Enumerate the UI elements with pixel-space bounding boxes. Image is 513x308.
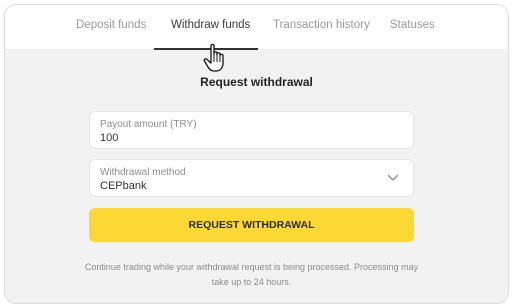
withdrawal-method-label: Withdrawal method: [100, 167, 186, 178]
withdrawal-method-select[interactable]: Withdrawal method CEPbank: [89, 159, 414, 197]
payout-amount-input[interactable]: 100: [100, 132, 380, 144]
processing-note-line-1: Continue trading while your withdrawal r…: [84, 262, 419, 272]
processing-note: Continue trading while your withdrawal r…: [75, 260, 428, 290]
chevron-down-icon[interactable]: [387, 174, 399, 182]
tab-withdraw-funds[interactable]: Withdraw funds: [171, 19, 250, 31]
request-withdrawal-button[interactable]: REQUEST WITHDRAWAL: [89, 208, 414, 242]
payout-amount-field[interactable]: Payout amount (TRY) 100: [89, 111, 414, 149]
tab-transaction-history[interactable]: Transaction history: [273, 19, 370, 31]
form-heading: Request withdrawal: [200, 75, 313, 89]
tab-statuses[interactable]: Statuses: [390, 19, 435, 31]
hand-pointer-icon: [203, 43, 224, 72]
tab-deposit-funds[interactable]: Deposit funds: [76, 19, 146, 31]
withdrawal-method-value: CEPbank: [100, 180, 147, 192]
withdraw-panel: Deposit funds Withdraw funds Transaction…: [4, 4, 509, 304]
tab-bar: Deposit funds Withdraw funds Transaction…: [5, 5, 508, 50]
processing-note-line-2: take up to 24 hours.: [211, 277, 292, 287]
payout-amount-label: Payout amount (TRY): [100, 119, 197, 130]
